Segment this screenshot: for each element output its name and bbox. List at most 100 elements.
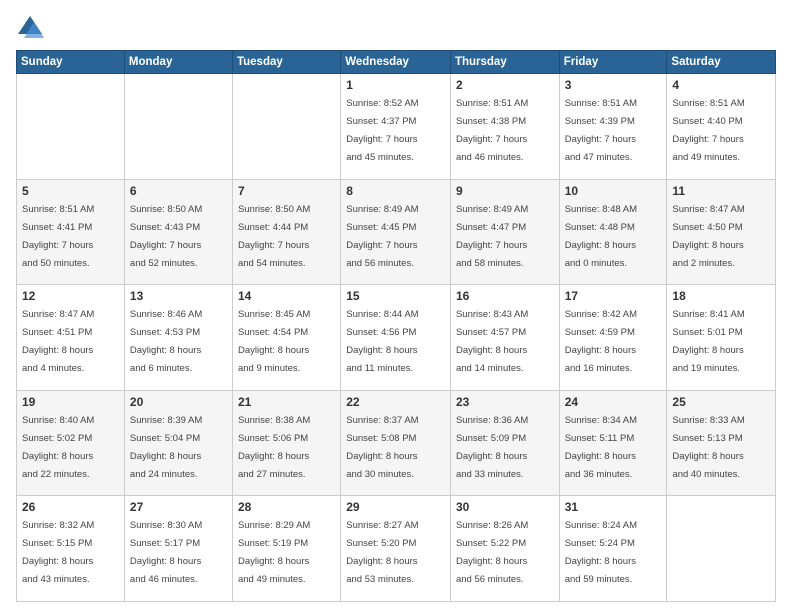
day-cell: 27 Sunrise: 8:30 AM Sunset: 5:17 PM Dayli… xyxy=(124,496,232,602)
day-info: Sunrise: 8:38 AM Sunset: 5:06 PM Dayligh… xyxy=(238,415,310,480)
day-cell: 28Sunrise: 8:29 AM Sunset: 5:19 PM Dayli… xyxy=(232,496,340,602)
weekday-wednesday: Wednesday xyxy=(341,51,451,74)
day-info: Sunrise: 8:51 AM Sunset: 4:40 PM Dayligh… xyxy=(672,98,744,163)
day-info: Sunrise: 8:24 AM Sunset: 5:24 PM Dayligh… xyxy=(565,520,637,585)
day-info: Sunrise: 8:45 AM Sunset: 4:54 PM Dayligh… xyxy=(238,309,310,374)
day-cell: 15 Sunrise: 8:44 AM Sunset: 4:56 PM Dayli… xyxy=(341,285,451,391)
day-cell: 4Sunrise: 8:51 AM Sunset: 4:40 PM Daylig… xyxy=(667,74,776,180)
day-info: Sunrise: 8:51 AM Sunset: 4:41 PM Dayligh… xyxy=(22,204,94,269)
day-number: 9 xyxy=(456,184,554,198)
day-cell: 17Sunrise: 8:42 AM Sunset: 4:59 PM Dayli… xyxy=(559,285,667,391)
day-cell xyxy=(124,74,232,180)
day-cell: 9 Sunrise: 8:49 AM Sunset: 4:47 PM Daylig… xyxy=(450,179,559,285)
day-info: Sunrise: 8:40 AM Sunset: 5:02 PM Dayligh… xyxy=(22,415,94,480)
day-number: 31 xyxy=(565,500,662,514)
weekday-sunday: Sunday xyxy=(17,51,125,74)
day-cell: 31 Sunrise: 8:24 AM Sunset: 5:24 PM Dayli… xyxy=(559,496,667,602)
day-info: Sunrise: 8:39 AM Sunset: 5:04 PM Dayligh… xyxy=(130,415,202,480)
day-cell: 20 Sunrise: 8:39 AM Sunset: 5:04 PM Dayli… xyxy=(124,390,232,496)
day-cell: 18 Sunrise: 8:41 AM Sunset: 5:01 PM Dayli… xyxy=(667,285,776,391)
day-number: 6 xyxy=(130,184,227,198)
week-row-4: 26 Sunrise: 8:32 AM Sunset: 5:15 PM Dayli… xyxy=(17,496,776,602)
day-number: 14 xyxy=(238,289,335,303)
day-number: 12 xyxy=(22,289,119,303)
day-number: 5 xyxy=(22,184,119,198)
day-info: Sunrise: 8:52 AM Sunset: 4:37 PM Dayligh… xyxy=(346,98,418,163)
header xyxy=(16,14,776,42)
day-cell: 8 Sunrise: 8:49 AM Sunset: 4:45 PM Daylig… xyxy=(341,179,451,285)
day-cell: 21 Sunrise: 8:38 AM Sunset: 5:06 PM Dayli… xyxy=(232,390,340,496)
day-number: 23 xyxy=(456,395,554,409)
day-number: 29 xyxy=(346,500,445,514)
day-info: Sunrise: 8:33 AM Sunset: 5:13 PM Dayligh… xyxy=(672,415,744,480)
day-cell: 3 Sunrise: 8:51 AM Sunset: 4:39 PM Daylig… xyxy=(559,74,667,180)
day-info: Sunrise: 8:32 AM Sunset: 5:15 PM Dayligh… xyxy=(22,520,94,585)
day-number: 10 xyxy=(565,184,662,198)
day-number: 28 xyxy=(238,500,335,514)
day-cell: 19 Sunrise: 8:40 AM Sunset: 5:02 PM Dayli… xyxy=(17,390,125,496)
day-number: 30 xyxy=(456,500,554,514)
weekday-monday: Monday xyxy=(124,51,232,74)
day-cell: 5 Sunrise: 8:51 AM Sunset: 4:41 PM Daylig… xyxy=(17,179,125,285)
day-cell: 16Sunrise: 8:43 AM Sunset: 4:57 PM Dayli… xyxy=(450,285,559,391)
weekday-tuesday: Tuesday xyxy=(232,51,340,74)
day-info: Sunrise: 8:48 AM Sunset: 4:48 PM Dayligh… xyxy=(565,204,637,269)
weekday-saturday: Saturday xyxy=(667,51,776,74)
day-info: Sunrise: 8:34 AM Sunset: 5:11 PM Dayligh… xyxy=(565,415,637,480)
day-cell: 13Sunrise: 8:46 AM Sunset: 4:53 PM Dayli… xyxy=(124,285,232,391)
day-number: 15 xyxy=(346,289,445,303)
day-cell: 14 Sunrise: 8:45 AM Sunset: 4:54 PM Dayli… xyxy=(232,285,340,391)
calendar-table: SundayMondayTuesdayWednesdayThursdayFrid… xyxy=(16,50,776,602)
day-cell xyxy=(232,74,340,180)
day-info: Sunrise: 8:44 AM Sunset: 4:56 PM Dayligh… xyxy=(346,309,418,374)
day-number: 16 xyxy=(456,289,554,303)
day-number: 1 xyxy=(346,78,445,92)
day-cell: 7 Sunrise: 8:50 AM Sunset: 4:44 PM Daylig… xyxy=(232,179,340,285)
day-cell: 11Sunrise: 8:47 AM Sunset: 4:50 PM Dayli… xyxy=(667,179,776,285)
day-cell: 29 Sunrise: 8:27 AM Sunset: 5:20 PM Dayli… xyxy=(341,496,451,602)
day-info: Sunrise: 8:47 AM Sunset: 4:50 PM Dayligh… xyxy=(672,204,744,269)
day-info: Sunrise: 8:50 AM Sunset: 4:43 PM Dayligh… xyxy=(130,204,202,269)
day-number: 18 xyxy=(672,289,770,303)
day-number: 3 xyxy=(565,78,662,92)
day-info: Sunrise: 8:51 AM Sunset: 4:39 PM Dayligh… xyxy=(565,98,637,163)
day-number: 24 xyxy=(565,395,662,409)
day-cell: 22 Sunrise: 8:37 AM Sunset: 5:08 PM Dayli… xyxy=(341,390,451,496)
day-info: Sunrise: 8:36 AM Sunset: 5:09 PM Dayligh… xyxy=(456,415,528,480)
week-row-1: 5 Sunrise: 8:51 AM Sunset: 4:41 PM Daylig… xyxy=(17,179,776,285)
day-info: Sunrise: 8:50 AM Sunset: 4:44 PM Dayligh… xyxy=(238,204,310,269)
day-info: Sunrise: 8:49 AM Sunset: 4:45 PM Dayligh… xyxy=(346,204,418,269)
day-cell: 1 Sunrise: 8:52 AM Sunset: 4:37 PM Daylig… xyxy=(341,74,451,180)
day-number: 22 xyxy=(346,395,445,409)
day-cell: 25 Sunrise: 8:33 AM Sunset: 5:13 PM Dayli… xyxy=(667,390,776,496)
day-info: Sunrise: 8:27 AM Sunset: 5:20 PM Dayligh… xyxy=(346,520,418,585)
day-cell: 2Sunrise: 8:51 AM Sunset: 4:38 PM Daylig… xyxy=(450,74,559,180)
weekday-header-row: SundayMondayTuesdayWednesdayThursdayFrid… xyxy=(17,51,776,74)
weekday-thursday: Thursday xyxy=(450,51,559,74)
day-cell xyxy=(667,496,776,602)
day-info: Sunrise: 8:41 AM Sunset: 5:01 PM Dayligh… xyxy=(672,309,744,374)
day-number: 21 xyxy=(238,395,335,409)
week-row-3: 19 Sunrise: 8:40 AM Sunset: 5:02 PM Dayli… xyxy=(17,390,776,496)
day-number: 7 xyxy=(238,184,335,198)
day-number: 20 xyxy=(130,395,227,409)
day-info: Sunrise: 8:26 AM Sunset: 5:22 PM Dayligh… xyxy=(456,520,528,585)
day-cell: 23 Sunrise: 8:36 AM Sunset: 5:09 PM Dayli… xyxy=(450,390,559,496)
day-number: 25 xyxy=(672,395,770,409)
day-cell: 6 Sunrise: 8:50 AM Sunset: 4:43 PM Daylig… xyxy=(124,179,232,285)
day-number: 27 xyxy=(130,500,227,514)
day-cell: 26 Sunrise: 8:32 AM Sunset: 5:15 PM Dayli… xyxy=(17,496,125,602)
logo-icon xyxy=(16,14,44,42)
day-number: 8 xyxy=(346,184,445,198)
day-info: Sunrise: 8:37 AM Sunset: 5:08 PM Dayligh… xyxy=(346,415,418,480)
day-number: 19 xyxy=(22,395,119,409)
day-cell: 30 Sunrise: 8:26 AM Sunset: 5:22 PM Dayli… xyxy=(450,496,559,602)
day-number: 26 xyxy=(22,500,119,514)
day-cell: 24 Sunrise: 8:34 AM Sunset: 5:11 PM Dayli… xyxy=(559,390,667,496)
day-info: Sunrise: 8:30 AM Sunset: 5:17 PM Dayligh… xyxy=(130,520,202,585)
page: SundayMondayTuesdayWednesdayThursdayFrid… xyxy=(0,0,792,612)
week-row-2: 12Sunrise: 8:47 AM Sunset: 4:51 PM Dayli… xyxy=(17,285,776,391)
day-number: 2 xyxy=(456,78,554,92)
day-info: Sunrise: 8:49 AM Sunset: 4:47 PM Dayligh… xyxy=(456,204,528,269)
day-cell: 12Sunrise: 8:47 AM Sunset: 4:51 PM Dayli… xyxy=(17,285,125,391)
